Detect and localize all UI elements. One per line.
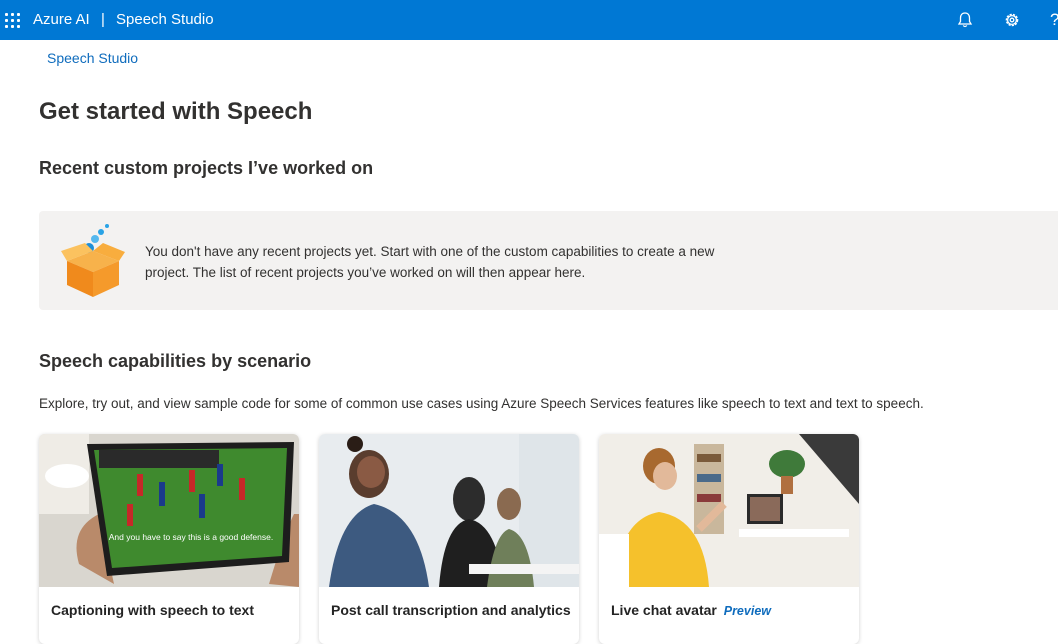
caption-overlay: And you have to say this is a good defen… — [109, 532, 273, 542]
capabilities-heading: Speech capabilities by scenario — [39, 351, 312, 371]
card-captioning[interactable]: And you have to say this is a good defen… — [39, 434, 299, 644]
help-icon[interactable]: ? — [1050, 10, 1058, 30]
bell-icon[interactable] — [955, 10, 975, 30]
open-box-illustration-icon — [61, 224, 125, 297]
page-title: Get started with Speech — [39, 98, 313, 125]
recent-projects-heading: Recent custom projects I’ve worked on — [39, 158, 374, 178]
breadcrumb[interactable]: Speech Studio — [47, 50, 138, 66]
capabilities-description: Explore, try out, and view sample code f… — [39, 396, 924, 411]
recent-projects-empty-panel: You don't have any recent projects yet. … — [39, 211, 1058, 310]
card-label-text: Live chat avatar — [611, 602, 717, 618]
empty-message-line-1: You don't have any recent projects yet. … — [145, 244, 715, 259]
avatar-chat-image — [599, 434, 859, 587]
recent-projects-empty-message: You don't have any recent projects yet. … — [145, 241, 785, 283]
top-bar: Azure AI | Speech Studio ? — [0, 0, 1058, 40]
card-label: Live chat avatar Preview — [611, 602, 771, 618]
call-center-image — [319, 434, 579, 587]
brand-name[interactable]: Azure AI — [33, 11, 90, 28]
header-separator: | — [101, 11, 105, 28]
card-post-call-transcription[interactable]: Post call transcription and analytics — [319, 434, 579, 644]
empty-message-line-2: project. The list of recent projects you… — [145, 265, 586, 280]
preview-badge: Preview — [723, 604, 771, 618]
product-name[interactable]: Speech Studio — [116, 11, 214, 28]
card-label: Post call transcription and analytics — [331, 602, 571, 618]
gear-icon[interactable] — [1002, 10, 1022, 30]
app-launcher-icon[interactable] — [5, 13, 21, 29]
card-live-chat-avatar[interactable]: Live chat avatar Preview — [599, 434, 859, 644]
card-label: Captioning with speech to text — [51, 602, 255, 618]
captioning-image: And you have to say this is a good defen… — [39, 434, 299, 587]
